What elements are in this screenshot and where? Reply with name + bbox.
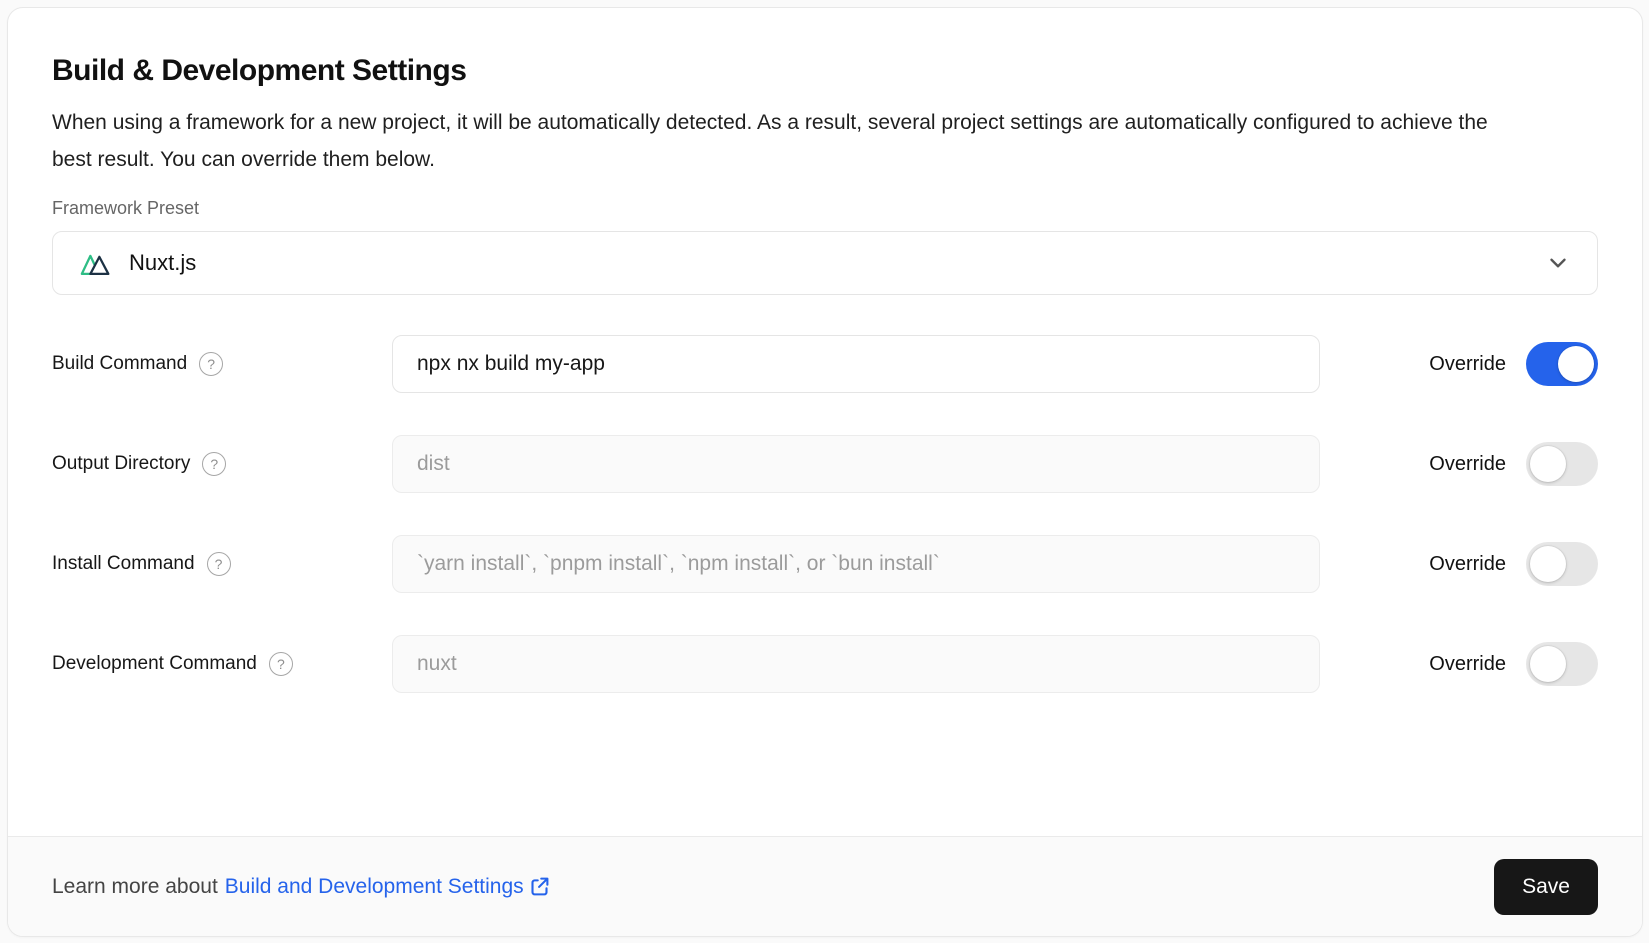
build-command-override-toggle[interactable]: [1526, 342, 1598, 386]
output-directory-label: Output Directory: [52, 453, 190, 475]
toggle-knob: [1530, 646, 1566, 682]
card-footer: Learn more about Build and Development S…: [8, 836, 1642, 936]
install-command-override-toggle[interactable]: [1526, 542, 1598, 586]
save-button[interactable]: Save: [1494, 859, 1598, 915]
row-output-directory: Output Directory ? Override: [52, 435, 1598, 493]
toggle-knob: [1558, 346, 1594, 382]
build-command-label: Build Command: [52, 353, 187, 375]
settings-rows: Build Command ? Override Output Director…: [52, 335, 1598, 693]
help-question-icon[interactable]: ?: [207, 552, 231, 576]
framework-selected-value: Nuxt.js: [129, 250, 196, 276]
row-development-command: Development Command ? Override: [52, 635, 1598, 693]
nuxt-logo-icon: [79, 249, 115, 278]
override-label: Override: [1429, 453, 1506, 476]
development-command-input: [392, 635, 1320, 693]
docs-link-label: Build and Development Settings: [225, 875, 524, 899]
override-label: Override: [1429, 353, 1506, 376]
help-question-icon[interactable]: ?: [269, 652, 293, 676]
build-settings-docs-link[interactable]: Build and Development Settings: [225, 875, 550, 899]
toggle-knob: [1530, 446, 1566, 482]
toggle-knob: [1530, 546, 1566, 582]
build-command-input[interactable]: [392, 335, 1320, 393]
override-label: Override: [1429, 553, 1506, 576]
override-label: Override: [1429, 653, 1506, 676]
external-link-icon: [529, 876, 550, 897]
settings-description: When using a framework for a new project…: [52, 104, 1512, 178]
framework-preset-label: Framework Preset: [52, 198, 1598, 219]
development-command-override-toggle[interactable]: [1526, 642, 1598, 686]
development-command-label: Development Command: [52, 653, 257, 675]
page-title: Build & Development Settings: [52, 54, 1598, 88]
output-directory-override-toggle[interactable]: [1526, 442, 1598, 486]
output-directory-input: [392, 435, 1320, 493]
row-build-command: Build Command ? Override: [52, 335, 1598, 393]
install-command-label: Install Command: [52, 553, 195, 575]
help-question-icon[interactable]: ?: [202, 452, 226, 476]
build-settings-card: Build & Development Settings When using …: [7, 7, 1643, 937]
row-install-command: Install Command ? Override: [52, 535, 1598, 593]
chevron-down-icon: [1545, 250, 1571, 276]
install-command-input: [392, 535, 1320, 593]
framework-preset-select[interactable]: Nuxt.js: [52, 231, 1598, 295]
help-question-icon[interactable]: ?: [199, 352, 223, 376]
learn-more-text: Learn more about: [52, 875, 218, 899]
